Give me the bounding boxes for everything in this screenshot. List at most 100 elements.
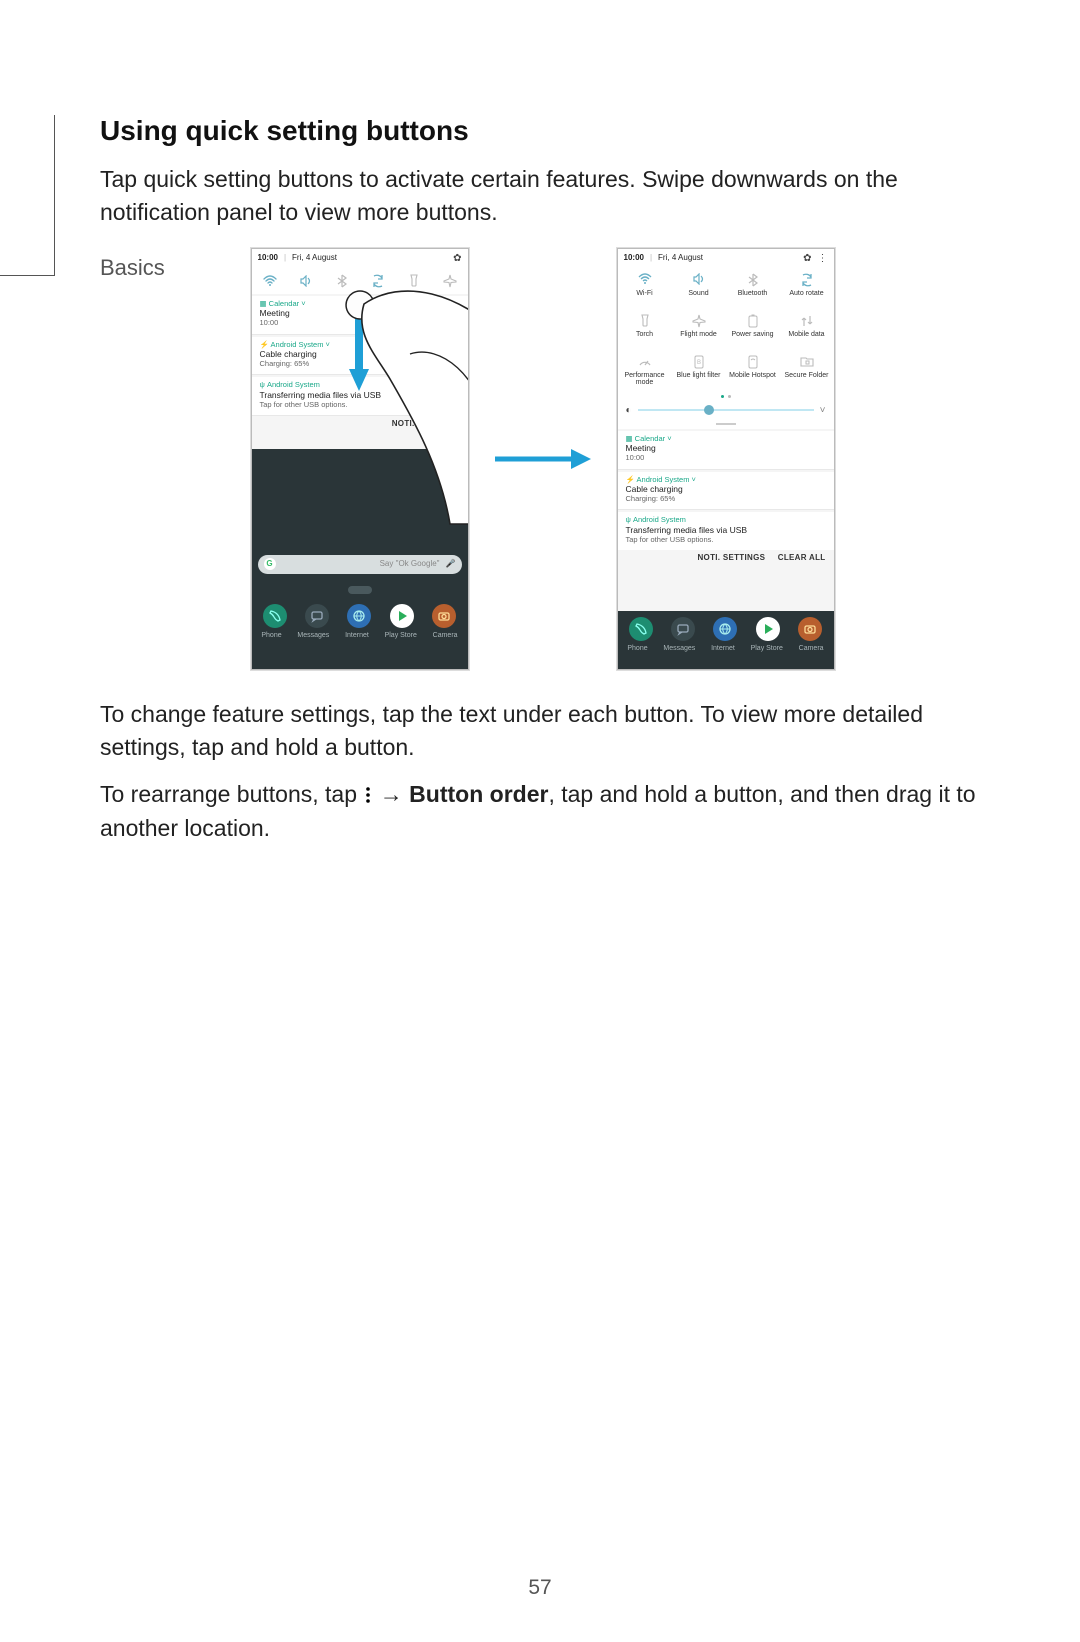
tile-powersaving[interactable]: Power saving [726,309,780,350]
clear-all-button[interactable]: CLEAR ALL [778,553,826,562]
notification-usb[interactable]: ψ Android System Transferring media file… [252,377,468,416]
section-header: Basics [100,255,165,281]
tile-mobiledata[interactable]: Mobile data [780,309,834,350]
bluetooth-icon [748,273,758,287]
tile-label[interactable]: Flight mode [680,331,717,345]
tile-label[interactable]: Performance mode [618,372,672,386]
flightmode-icon[interactable] [441,272,459,290]
tile-wifi[interactable]: Wi-Fi [618,268,672,309]
calendar-sub: 10:00 [626,454,826,462]
autorotate-icon [800,273,814,287]
brightness-slider[interactable]: ◐ ˅ [618,400,834,421]
status-time: 10:00 [258,254,278,263]
phone-app-icon[interactable] [263,604,287,628]
svg-text:B: B [696,360,700,366]
tile-bluetooth[interactable]: Bluetooth [726,268,780,309]
tile-label[interactable]: Sound [688,290,708,304]
paragraph-rearrange: To rearrange buttons, tap → Button order… [100,778,985,845]
autorotate-icon[interactable] [369,272,387,290]
button-order-label: Button order [409,781,548,807]
paragraph-change-settings: To change feature settings, tap the text… [100,698,985,765]
page-indicator [618,391,834,400]
internet-app-icon[interactable] [713,617,737,641]
dock-dimmed: Phone Messages Internet Play Store Camer… [618,611,834,669]
torch-icon[interactable] [405,272,423,290]
hotspot-icon [747,355,759,369]
tile-label[interactable]: Mobile Hotspot [729,372,776,386]
header-rule [0,115,55,276]
bluelight-icon: B [693,355,705,369]
playstore-app-icon[interactable] [390,604,414,628]
dock-label-messages: Messages [663,645,695,653]
tile-label[interactable]: Power saving [731,331,773,345]
tile-label[interactable]: Wi-Fi [636,290,652,304]
charging-title: Cable charging [626,485,826,494]
notification-usb[interactable]: ψ Android System Transferring media file… [618,512,834,550]
dock-label-messages: Messages [297,632,329,640]
dock-label-play: Play Store [385,632,417,640]
tile-bluelight[interactable]: B Blue light filter [672,350,726,391]
kebab-menu-icon[interactable]: ⋮ [818,253,828,264]
calendar-app-label: ▦ [260,299,269,308]
tile-label[interactable]: Mobile data [788,331,824,345]
brightness-icon: ◐ [626,405,632,416]
notification-charging[interactable]: ⚡ Android System ˅ Cable charging Chargi… [618,472,834,511]
noti-settings-button[interactable]: NOTI. SETTINGS [697,553,765,562]
phone-before: 10:00 | Fri, 4 August ✿ [251,248,469,670]
sound-icon [692,273,706,287]
gear-icon[interactable]: ✿ [803,253,811,264]
camera-app-icon[interactable] [798,617,822,641]
charging-title: Cable charging [260,350,460,359]
gear-icon[interactable]: ✿ [453,253,461,264]
panel-handle[interactable] [618,421,834,429]
usb-title: Transferring media files via USB [626,526,826,535]
google-search-bar[interactable]: G Say "Ok Google" 🎤 [258,555,462,574]
playstore-app-icon[interactable] [756,617,780,641]
tile-performance[interactable]: Performance mode [618,350,672,391]
google-g-icon: G [264,558,276,570]
messages-app-icon[interactable] [671,617,695,641]
app-drawer-handle[interactable] [252,582,468,598]
dock-label-phone: Phone [627,645,647,653]
google-hint: Say "Ok Google" [380,560,440,569]
charging-sub: Charging: 65% [626,495,826,503]
status-bar: 10:00 | Fri, 4 August ✿ ⋮ [618,249,834,268]
usb-sub: Tap for other USB options. [626,536,826,544]
dock [252,598,468,632]
status-date: Fri, 4 August [658,254,703,263]
tile-label[interactable]: Torch [636,331,653,345]
tile-hotspot[interactable]: Mobile Hotspot [726,350,780,391]
tile-label[interactable]: Auto rotate [789,290,823,304]
tile-torch[interactable]: Torch [618,309,672,350]
internet-app-icon[interactable] [347,604,371,628]
tile-flightmode[interactable]: Flight mode [672,309,726,350]
messages-app-icon[interactable] [305,604,329,628]
mic-icon[interactable]: 🎤 [446,560,456,569]
calendar-title: Meeting [260,309,460,318]
heading-quick-settings: Using quick setting buttons [100,115,985,147]
torch-icon [640,314,650,328]
tile-label[interactable]: Secure Folder [785,372,829,386]
wifi-icon[interactable] [261,272,279,290]
mobiledata-icon [800,314,814,328]
tile-autorotate[interactable]: Auto rotate [780,268,834,309]
notification-calendar[interactable]: ▦ Calendar ˅ Meeting 10:00 [252,296,468,335]
noti-settings-button[interactable]: NOTI. SETTINGS [392,419,460,428]
tile-label[interactable]: Blue light filter [677,372,721,386]
tile-sound[interactable]: Sound [672,268,726,309]
page-number: 57 [0,1576,1080,1600]
camera-app-icon[interactable] [432,604,456,628]
sound-icon[interactable] [297,272,315,290]
phone-app-icon[interactable] [629,617,653,641]
usb-sub: Tap for other USB options. [260,401,460,409]
dock-label-internet: Internet [711,645,735,653]
notification-calendar[interactable]: ▦ Calendar ˅ Meeting 10:00 [618,431,834,470]
performance-icon [638,355,652,369]
powersaving-icon [747,314,759,328]
chevron-down-icon[interactable]: ˅ [820,405,826,416]
tile-label[interactable]: Bluetooth [738,290,768,304]
tile-securefolder[interactable]: Secure Folder [780,350,834,391]
notification-charging[interactable]: ⚡ Android System ˅ Cable charging Chargi… [252,337,468,376]
transition-arrow-icon [493,446,593,472]
bluetooth-icon[interactable] [333,272,351,290]
